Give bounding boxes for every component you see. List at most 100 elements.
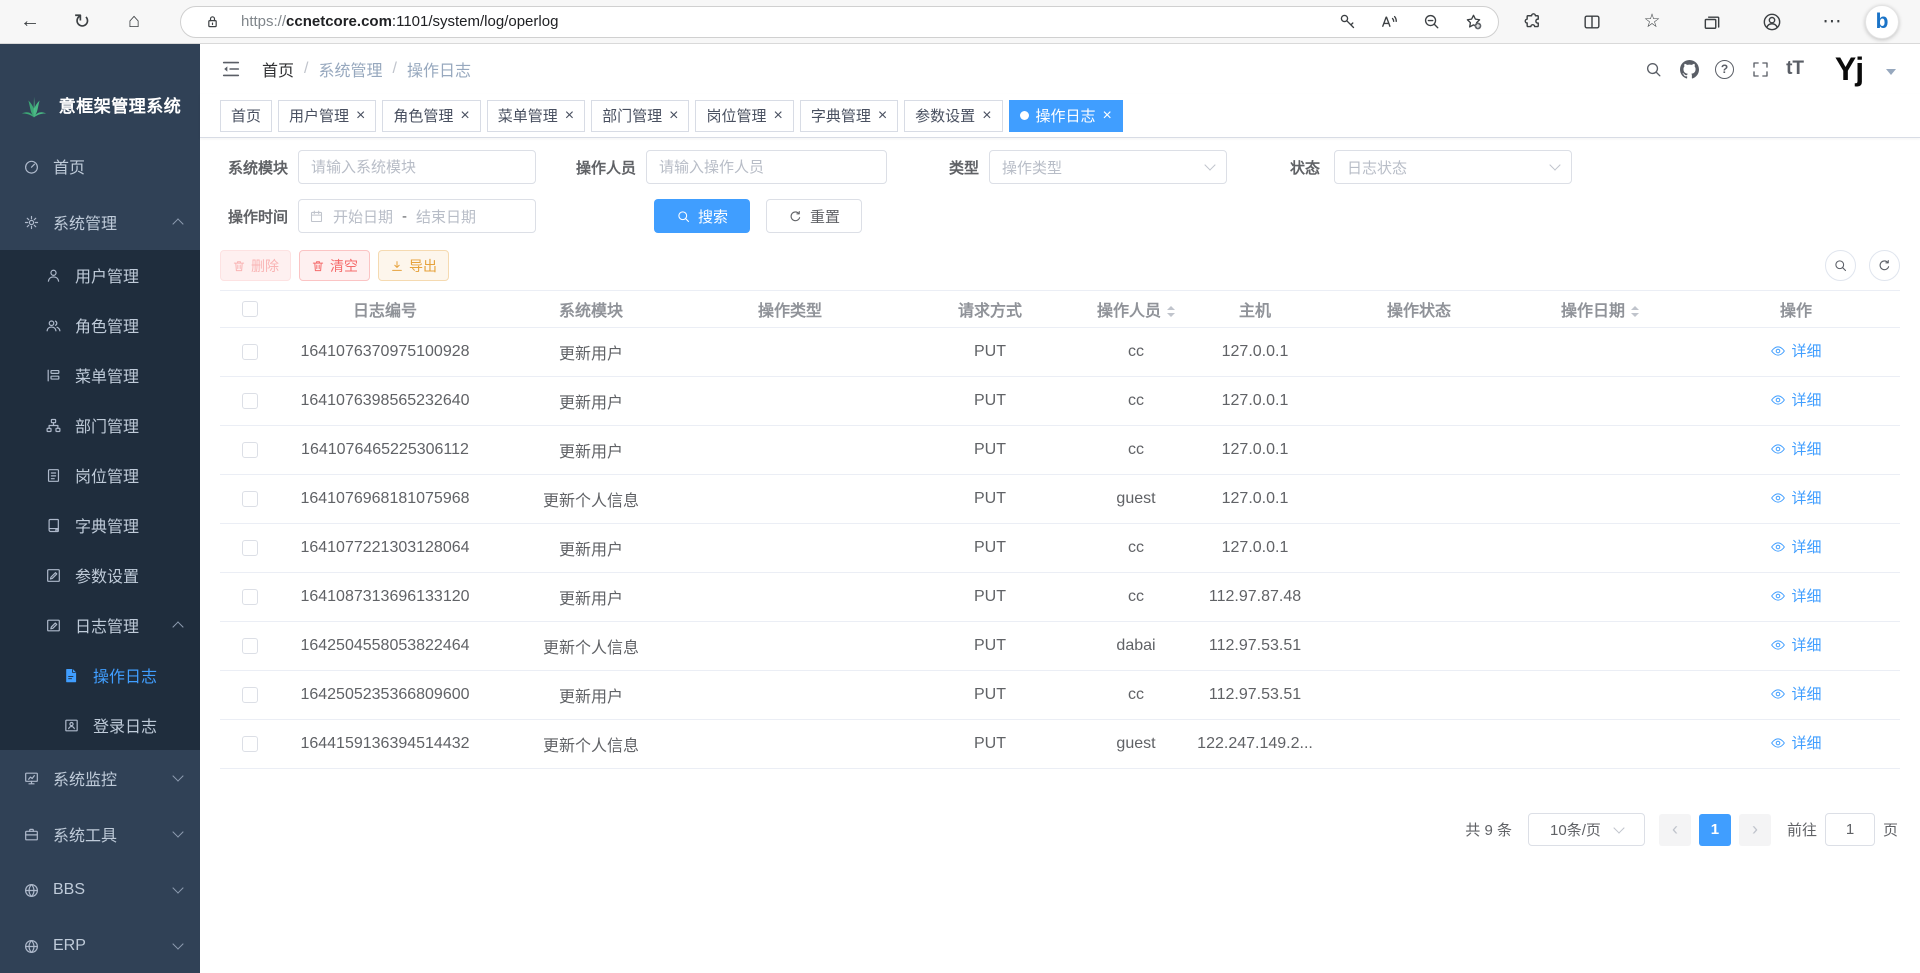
detail-link[interactable]: 详细 — [1770, 536, 1821, 557]
sidebar-item-role-mgmt[interactable]: 角色管理 — [0, 300, 200, 350]
browser-refresh-icon[interactable]: ↻ — [64, 5, 100, 39]
sidebar-item-dict-mgmt[interactable]: 字典管理 — [0, 500, 200, 550]
type-select[interactable]: 操作类型 — [989, 150, 1227, 184]
tag-dept-mgmt[interactable]: 部门管理× — [591, 100, 689, 132]
close-icon[interactable]: × — [460, 108, 469, 124]
sidebar-item-post-mgmt[interactable]: 岗位管理 — [0, 450, 200, 500]
row-checkbox[interactable] — [242, 638, 258, 654]
font-size-icon[interactable]: tT — [1786, 58, 1804, 80]
select-all-checkbox[interactable] — [242, 301, 258, 317]
address-bar[interactable]: https://ccnetcore.com:1101/system/log/op… — [180, 6, 1499, 38]
collections-icon[interactable] — [1695, 5, 1729, 39]
sidebar-item-param-settings[interactable]: 参数设置 — [0, 550, 200, 600]
caret-down-icon[interactable] — [1886, 69, 1896, 75]
module-input[interactable] — [298, 150, 536, 184]
github-icon[interactable] — [1679, 59, 1699, 79]
close-icon[interactable]: × — [982, 108, 991, 124]
close-icon[interactable]: × — [356, 108, 365, 124]
extensions-icon[interactable] — [1515, 5, 1549, 39]
goto-page-input[interactable] — [1825, 813, 1875, 846]
profile-avatar-icon[interactable] — [1755, 5, 1789, 39]
tag-home[interactable]: 首页 — [220, 100, 272, 132]
sort-icons[interactable] — [1167, 306, 1175, 317]
row-checkbox[interactable] — [242, 491, 258, 507]
current-page-button[interactable]: 1 — [1699, 814, 1731, 846]
user-logo-avatar[interactable]: Yj — [1828, 48, 1870, 90]
delete-button[interactable]: 删除 — [220, 250, 291, 281]
row-checkbox[interactable] — [242, 589, 258, 605]
sidebar-item-system-mgmt[interactable]: 系统管理 — [0, 194, 200, 250]
breadcrumb-home[interactable]: 首页 — [262, 57, 294, 81]
detail-link[interactable]: 详细 — [1770, 487, 1821, 508]
tag-post-mgmt[interactable]: 岗位管理× — [695, 100, 793, 132]
date-start-placeholder[interactable]: 开始日期 — [333, 206, 393, 227]
sidebar-item-home[interactable]: 首页 — [0, 138, 200, 194]
tag-oper-log[interactable]: 操作日志× — [1009, 100, 1123, 132]
toggle-search-button[interactable] — [1825, 250, 1856, 281]
next-page-button[interactable]: › — [1739, 814, 1771, 846]
sidebar-item-oper-log[interactable]: 操作日志 — [0, 650, 200, 700]
close-icon[interactable]: × — [1103, 108, 1112, 124]
fullscreen-icon[interactable] — [1750, 59, 1770, 79]
tag-dict-mgmt[interactable]: 字典管理× — [800, 100, 898, 132]
close-icon[interactable]: × — [878, 108, 887, 124]
sidebar-item-system-tools[interactable]: 系统工具 — [0, 806, 200, 862]
sidebar-toggle-icon[interactable] — [220, 58, 242, 80]
url-text[interactable]: https://ccnetcore.com:1101/system/log/op… — [241, 13, 1322, 30]
add-favorite-icon[interactable] — [1456, 8, 1490, 36]
prev-page-button[interactable]: ‹ — [1659, 814, 1691, 846]
tag-param-settings[interactable]: 参数设置× — [904, 100, 1002, 132]
browser-back-icon[interactable]: ← — [12, 5, 48, 39]
bing-sidebar-icon[interactable]: b — [1865, 5, 1899, 39]
row-checkbox[interactable] — [242, 687, 258, 703]
detail-link[interactable]: 详细 — [1770, 340, 1821, 361]
app-logo[interactable]: 意框架管理系统 — [0, 44, 200, 138]
sidebar-item-menu-mgmt[interactable]: 菜单管理 — [0, 350, 200, 400]
row-checkbox[interactable] — [242, 442, 258, 458]
close-icon[interactable]: × — [565, 108, 574, 124]
sidebar-item-dept-mgmt[interactable]: 部门管理 — [0, 400, 200, 450]
sidebar-item-bbs[interactable]: BBS — [0, 862, 200, 918]
zoom-out-icon[interactable] — [1414, 8, 1448, 36]
detail-link[interactable]: 详细 — [1770, 683, 1821, 704]
split-screen-icon[interactable] — [1575, 5, 1609, 39]
sidebar-item-log-mgmt[interactable]: 日志管理 — [0, 600, 200, 650]
tag-menu-mgmt[interactable]: 菜单管理× — [487, 100, 585, 132]
reset-button[interactable]: 重置 — [766, 199, 862, 233]
row-checkbox[interactable] — [242, 344, 258, 360]
read-aloud-icon[interactable] — [1372, 8, 1406, 36]
close-icon[interactable]: × — [669, 108, 678, 124]
export-button[interactable]: 导出 — [378, 250, 449, 281]
row-checkbox[interactable] — [242, 540, 258, 556]
page-size-select[interactable]: 10条/页 — [1528, 813, 1645, 846]
row-checkbox[interactable] — [242, 736, 258, 752]
sort-icons[interactable] — [1631, 306, 1639, 317]
search-icon[interactable] — [1643, 59, 1663, 79]
favorites-icon[interactable]: ☆ — [1635, 5, 1669, 39]
tag-user-mgmt[interactable]: 用户管理× — [278, 100, 376, 132]
status-select[interactable]: 日志状态 — [1334, 150, 1572, 184]
operator-input[interactable] — [646, 150, 887, 184]
search-button[interactable]: 搜索 — [654, 199, 750, 233]
sidebar-item-login-log[interactable]: 登录日志 — [0, 700, 200, 750]
row-checkbox[interactable] — [242, 393, 258, 409]
clear-button[interactable]: 清空 — [299, 250, 370, 281]
detail-link[interactable]: 详细 — [1770, 732, 1821, 753]
tag-role-mgmt[interactable]: 角色管理× — [382, 100, 480, 132]
date-range-picker[interactable]: 开始日期 - 结束日期 — [298, 199, 536, 233]
detail-link[interactable]: 详细 — [1770, 634, 1821, 655]
sidebar-item-system-monitor[interactable]: 系统监控 — [0, 750, 200, 806]
refresh-table-button[interactable] — [1869, 250, 1900, 281]
close-icon[interactable]: × — [773, 108, 782, 124]
detail-link[interactable]: 详细 — [1770, 585, 1821, 606]
password-key-icon[interactable] — [1330, 8, 1364, 36]
lock-icon[interactable] — [195, 8, 229, 36]
browser-home-icon[interactable]: ⌂ — [116, 5, 152, 39]
detail-link[interactable]: 详细 — [1770, 438, 1821, 459]
detail-link[interactable]: 详细 — [1770, 389, 1821, 410]
help-icon[interactable]: ? — [1715, 60, 1734, 79]
sidebar-item-user-mgmt[interactable]: 用户管理 — [0, 250, 200, 300]
date-end-placeholder[interactable]: 结束日期 — [416, 206, 476, 227]
sidebar-item-erp[interactable]: ERP — [0, 918, 200, 973]
browser-menu-icon[interactable]: ⋯ — [1815, 5, 1849, 39]
